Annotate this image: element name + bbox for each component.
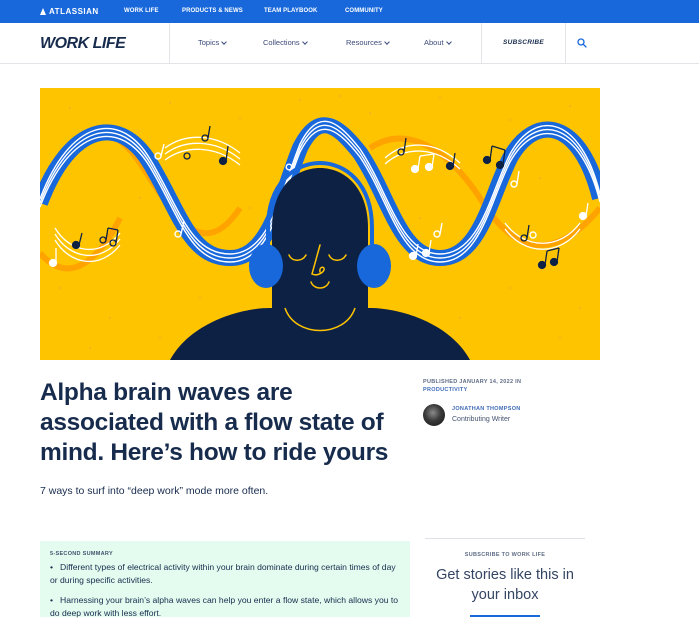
subscribe-widget-divider (425, 538, 585, 539)
nav-collections[interactable]: Collections (263, 23, 308, 63)
chevron-down-icon (445, 38, 452, 45)
nav-about[interactable]: About (424, 23, 452, 63)
article-subtitle: 7 ways to surf into “deep work” mode mor… (40, 485, 269, 497)
chevron-down-icon (301, 38, 308, 45)
atlassian-brand-label: ATLASSIAN (49, 7, 99, 16)
headphone-left-cup (249, 244, 283, 288)
headphone-right-cup (357, 244, 391, 288)
nav-resources-label: Resources (346, 38, 382, 47)
summary-item: • Harnessing your brain’s alpha waves can… (50, 594, 400, 620)
figure-head (272, 168, 368, 316)
article-title-line: mind. Here’s how to ride yours (40, 439, 389, 466)
category-link[interactable]: PRODUCTIVITY (423, 387, 468, 393)
published-meta: PUBLISHED JANUARY 14, 2022 IN PRODUCTIVI… (423, 378, 521, 394)
subscribe-widget-label: SUBSCRIBE TO WORK LIFE (464, 552, 546, 558)
header-divider (169, 23, 170, 63)
nav-resources[interactable]: Resources (346, 23, 390, 63)
nav-about-label: About (424, 38, 444, 47)
chevron-down-icon (221, 38, 228, 45)
summary-box: 5-SECOND SUMMARY • Different types of ele… (40, 541, 410, 620)
bullet-icon: • (50, 562, 54, 572)
header-divider (481, 23, 482, 63)
subscribe-button[interactable]: SUBSCRIBE (503, 23, 544, 63)
topbar-link-team-playbook[interactable]: TEAM PLAYBOOK (264, 0, 317, 23)
atlassian-home-link[interactable]: ATLASSIAN (40, 0, 99, 23)
nav-topics-label: Topics (198, 38, 220, 47)
header-divider (565, 23, 566, 63)
author-role: Contributing Writer (452, 416, 511, 423)
search-icon[interactable] (577, 38, 587, 48)
chevron-down-icon (384, 38, 390, 45)
hero-illustration (40, 88, 600, 360)
article-title-line: Alpha brain waves are (40, 379, 293, 406)
summary-item-text: Different types of electrical activity w… (50, 562, 396, 585)
topbar-link-work-life[interactable]: WORK LIFE (124, 0, 159, 23)
author-name-link[interactable]: JONATHAN THOMPSON (452, 406, 521, 412)
author-avatar[interactable] (423, 404, 445, 426)
site-header: WORK LIFE Topics Collections Resources A… (0, 23, 699, 64)
subscribe-widget-heading: Get stories like this in your inbox (436, 567, 574, 603)
atlassian-logo-icon (40, 8, 46, 15)
article-title: Alpha brain waves are associated with a … (40, 378, 410, 468)
work-life-logo[interactable]: WORK LIFE (40, 35, 126, 53)
article-title-line: associated with a flow state of (40, 409, 384, 436)
topbar-link-products-news[interactable]: PRODUCTS & NEWS (182, 0, 243, 23)
summary-label: 5-SECOND SUMMARY (50, 551, 113, 557)
bullet-icon: • (50, 595, 54, 605)
summary-item: • Different types of electrical activity … (50, 561, 400, 587)
topbar-link-community[interactable]: COMMUNITY (345, 0, 383, 23)
nav-collections-label: Collections (263, 38, 300, 47)
summary-item-text: Harnessing your brain’s alpha waves can … (50, 595, 399, 618)
nav-topics[interactable]: Topics (198, 23, 228, 63)
atlassian-top-bar: ATLASSIAN WORK LIFE PRODUCTS & NEWS TEAM… (0, 0, 699, 23)
hero-image (40, 88, 600, 360)
published-date: PUBLISHED JANUARY 14, 2022 IN (423, 379, 522, 385)
